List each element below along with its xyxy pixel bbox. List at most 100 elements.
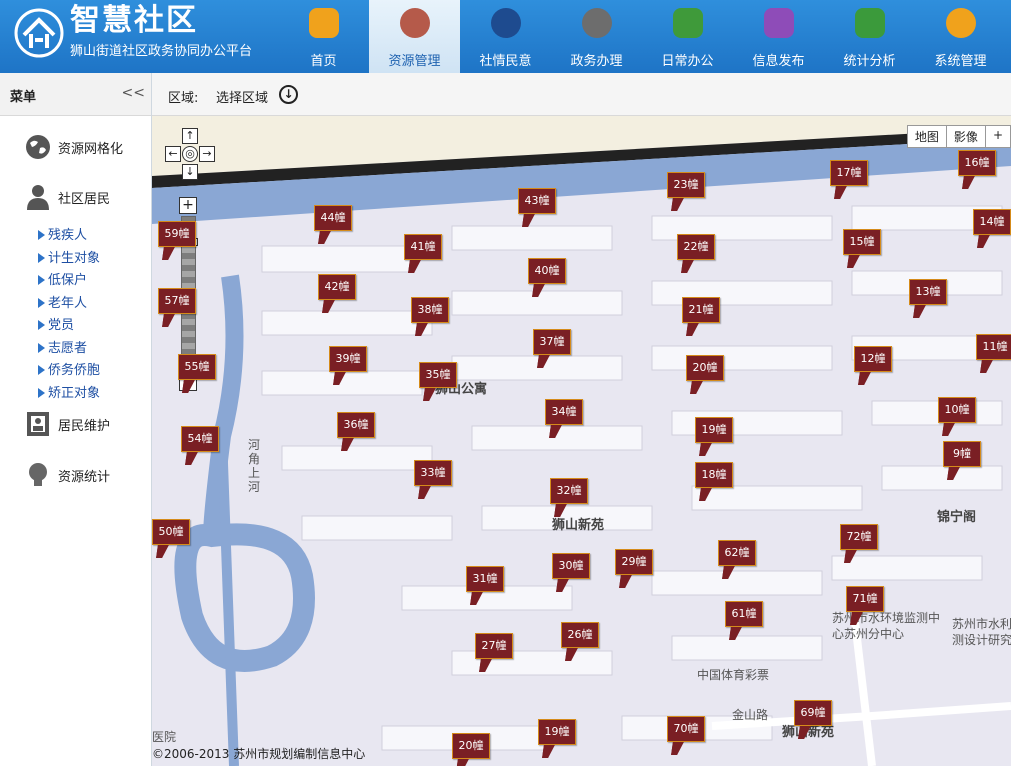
nav-label: 日常办公 xyxy=(661,54,714,69)
map-type-switch: 地图 影像 + xyxy=(906,125,1011,148)
building-pin[interactable]: 20幢 xyxy=(686,355,724,381)
zoom-in-button[interactable]: + xyxy=(179,197,197,214)
building-pin[interactable]: 19幢 xyxy=(538,719,576,745)
building-pin[interactable]: 57幢 xyxy=(158,288,196,314)
building-pin[interactable]: 32幢 xyxy=(550,478,588,504)
building-pin[interactable]: 54幢 xyxy=(181,426,219,452)
region-label: 区域: xyxy=(168,91,199,106)
building-pin[interactable]: 43幢 xyxy=(518,188,556,214)
sidebar-item-family-planning[interactable]: 计生对象 xyxy=(38,248,100,271)
building-pin[interactable]: 38幢 xyxy=(411,297,449,323)
building-pin[interactable]: 55幢 xyxy=(178,354,216,380)
pan-left-button[interactable]: ← xyxy=(165,146,181,162)
building-pin[interactable]: 61幢 xyxy=(725,601,763,627)
building-pin[interactable]: 72幢 xyxy=(840,524,878,550)
id-card-icon xyxy=(27,412,49,436)
sidebar-item-disabled[interactable]: 残疾人 xyxy=(38,225,100,248)
region-select[interactable]: 选择区域 xyxy=(216,87,268,106)
building-pin[interactable]: 11幢 xyxy=(976,334,1011,360)
sidebar-item-elderly[interactable]: 老年人 xyxy=(38,293,100,316)
building-pin[interactable]: 12幢 xyxy=(854,346,892,372)
sidebar-group-resource-grid[interactable]: 资源网格化 xyxy=(24,133,123,161)
building-pin[interactable]: 62幢 xyxy=(718,540,756,566)
sidebar-group-residents[interactable]: 社区居民 xyxy=(24,183,110,211)
building-pin[interactable]: 16幢 xyxy=(958,150,996,176)
pan-center-button[interactable]: ◎ xyxy=(182,146,198,162)
building-pin[interactable]: 33幢 xyxy=(414,460,452,486)
nav-statistics[interactable]: 统计分析 xyxy=(824,0,915,73)
building-pin[interactable]: 18幢 xyxy=(695,462,733,488)
building-pin[interactable]: 42幢 xyxy=(318,274,356,300)
sidebar-group-label: 居民维护 xyxy=(58,418,111,434)
building-pin[interactable]: 9幢 xyxy=(943,441,981,467)
sidebar-item-low-income[interactable]: 低保户 xyxy=(38,270,100,293)
triangle-icon xyxy=(38,252,45,263)
building-pin[interactable]: 59幢 xyxy=(158,221,196,247)
building-pin[interactable]: 27幢 xyxy=(475,633,513,659)
sidebar-item-correction[interactable]: 矫正对象 xyxy=(38,383,100,406)
nav-resource-management[interactable]: 资源管理 xyxy=(369,0,460,73)
sidebar-item-volunteer[interactable]: 志愿者 xyxy=(38,338,100,361)
building-pin[interactable]: 44幢 xyxy=(314,205,352,231)
home-icon xyxy=(309,8,339,38)
place-label: 河角上河 xyxy=(248,438,261,494)
brand-title: 智慧社区 xyxy=(70,3,198,38)
building-pin[interactable]: 26幢 xyxy=(561,622,599,648)
map-view[interactable]: ↑ ← ◎ → ↓ + − 地图 影像 + 狮山公寓 狮山新苑 锦宁阁 苏州市水… xyxy=(152,116,1011,766)
map-type-more-button[interactable]: + xyxy=(986,126,1010,147)
building-pin[interactable]: 10幢 xyxy=(938,397,976,423)
building-pin[interactable]: 13幢 xyxy=(909,279,947,305)
people-icon xyxy=(400,8,430,38)
building-pin[interactable]: 39幢 xyxy=(329,346,367,372)
arrow-down-icon[interactable]: ↓ xyxy=(279,85,298,104)
building-pin[interactable]: 14幢 xyxy=(973,209,1011,235)
building-pin[interactable]: 41幢 xyxy=(404,234,442,260)
nav-public-opinion[interactable]: 社情民意 xyxy=(460,0,551,73)
triangle-icon xyxy=(38,320,45,330)
building-pin[interactable]: 29幢 xyxy=(615,549,653,575)
residents-submenu: 残疾人 计生对象 低保户 老年人 党员 志愿者 侨务侨胞 矫正对象 xyxy=(38,225,100,405)
map-copyright: ©2006-2013 苏州市规划编制信息中心 xyxy=(152,747,366,761)
building-pin[interactable]: 37幢 xyxy=(533,329,571,355)
building-pin[interactable]: 23幢 xyxy=(667,172,705,198)
gear-icon xyxy=(946,8,976,38)
building-pin[interactable]: 69幢 xyxy=(794,700,832,726)
building-pin[interactable]: 20幢 xyxy=(452,733,490,759)
sidebar-group-resource-statistics[interactable]: 资源统计 xyxy=(24,461,110,489)
pan-right-button[interactable]: → xyxy=(199,146,215,162)
building-pin[interactable]: 19幢 xyxy=(695,417,733,443)
building-pin[interactable]: 40幢 xyxy=(528,258,566,284)
pan-down-button[interactable]: ↓ xyxy=(182,164,198,180)
building-pin[interactable]: 22幢 xyxy=(677,234,715,260)
triangle-icon xyxy=(38,387,45,398)
nav-info-publish[interactable]: 信息发布 xyxy=(733,0,824,73)
sidebar-item-party-member[interactable]: 党员 xyxy=(38,315,100,338)
pan-up-button[interactable]: ↑ xyxy=(182,128,198,144)
sidebar-item-overseas-chinese[interactable]: 侨务侨胞 xyxy=(38,360,100,383)
building-pin[interactable]: 15幢 xyxy=(843,229,881,255)
building-pin[interactable]: 35幢 xyxy=(419,362,457,388)
nav-label: 政务办理 xyxy=(570,54,623,69)
app-header: 智慧社区 狮山街道社区政务协同办公平台 首页 资源管理 社情民意 政务办理 日常… xyxy=(0,0,1011,73)
sidebar-group-resident-maintenance[interactable]: 居民维护 xyxy=(24,410,110,438)
building-pin[interactable]: 34幢 xyxy=(545,399,583,425)
building-pin[interactable]: 31幢 xyxy=(466,566,504,592)
building-pin[interactable]: 17幢 xyxy=(830,160,868,186)
building-pin[interactable]: 30幢 xyxy=(552,553,590,579)
nav-government-affairs[interactable]: 政务办理 xyxy=(551,0,642,73)
pan-control: ↑ ← ◎ → ↓ xyxy=(162,128,218,190)
building-pin[interactable]: 71幢 xyxy=(846,586,884,612)
building-pin[interactable]: 70幢 xyxy=(667,716,705,742)
building-pin[interactable]: 36幢 xyxy=(337,412,375,438)
building-pin[interactable]: 21幢 xyxy=(682,297,720,323)
nav-system-management[interactable]: 系统管理 xyxy=(915,0,1006,73)
nav-daily-office[interactable]: 日常办公 xyxy=(642,0,733,73)
nav-label: 信息发布 xyxy=(752,54,805,69)
building-pin[interactable]: 50幢 xyxy=(152,519,190,545)
map-type-map-button[interactable]: 地图 xyxy=(908,126,947,147)
map-type-satellite-button[interactable]: 影像 xyxy=(947,126,986,147)
nav-home[interactable]: 首页 xyxy=(278,0,369,73)
collapse-sidebar-button[interactable]: << xyxy=(122,85,145,101)
stamp-icon xyxy=(582,8,612,38)
globe-icon xyxy=(26,135,50,159)
